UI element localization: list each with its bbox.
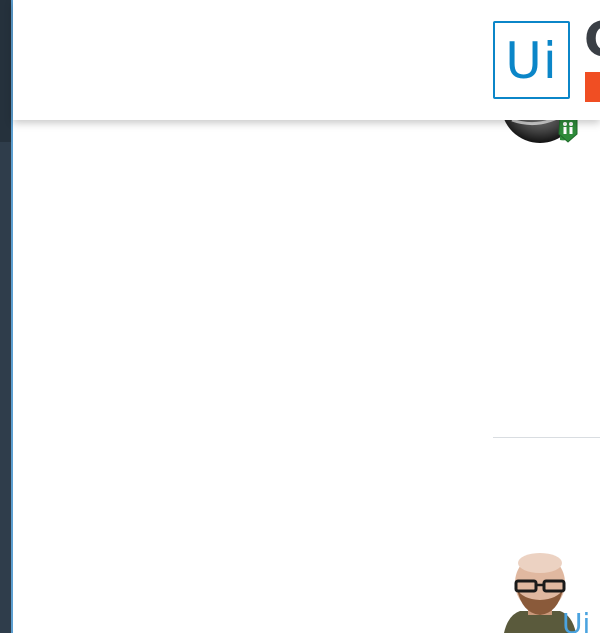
site-header: Ui C bbox=[13, 0, 600, 120]
logo-mark-text: Ui bbox=[505, 32, 558, 90]
avatar-badge-text: Ui bbox=[562, 607, 590, 633]
logo-accent-bar bbox=[585, 72, 600, 102]
post-divider bbox=[493, 437, 600, 438]
forum-page: Ui C bbox=[0, 0, 600, 633]
post-author-avatar[interactable]: Ui bbox=[500, 553, 600, 633]
logo-wordmark: C bbox=[584, 16, 600, 64]
uipath-logo[interactable]: Ui bbox=[493, 21, 570, 99]
